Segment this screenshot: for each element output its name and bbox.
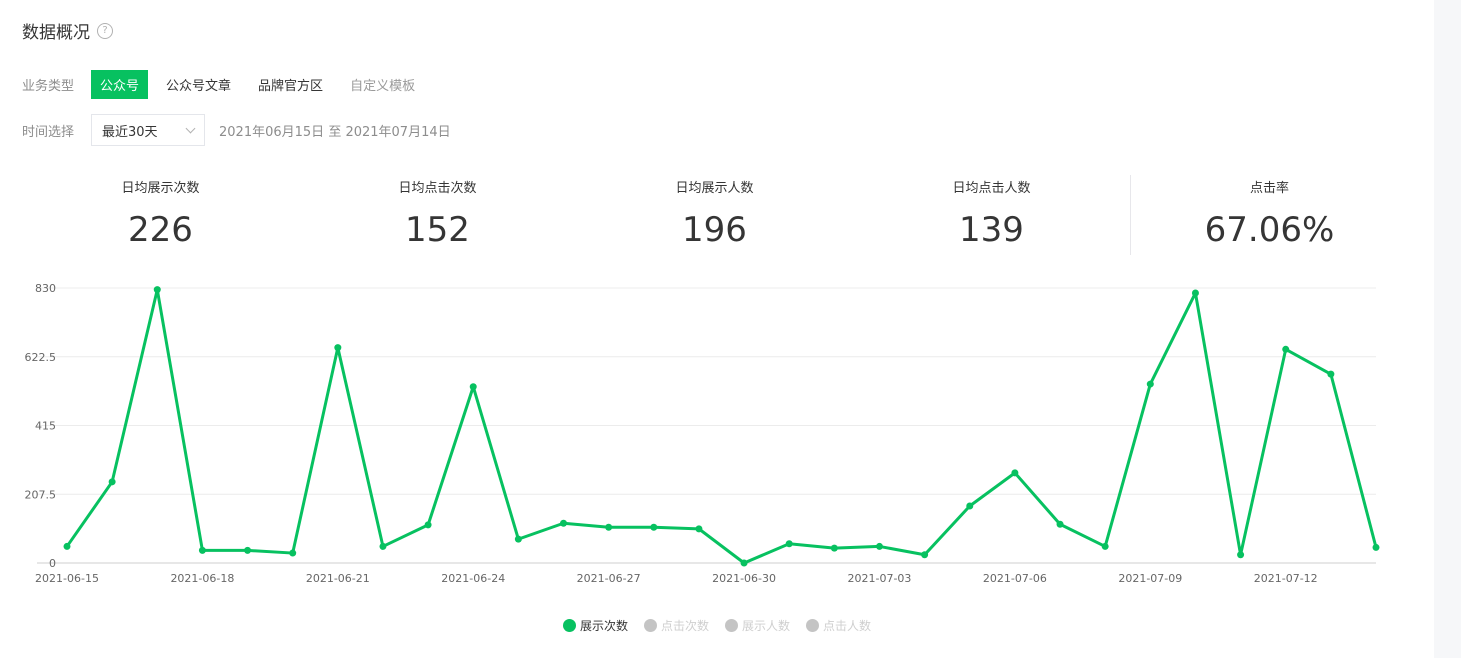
data-point <box>1146 380 1154 388</box>
legend-item-viewers[interactable]: 展示人数 <box>725 617 790 634</box>
page-title: 数据概况 <box>22 23 90 43</box>
metric-label: 日均点击次数 <box>398 181 477 196</box>
data-point <box>921 551 929 559</box>
data-point <box>514 535 522 543</box>
metric-label: 点击率 <box>1249 181 1289 196</box>
metric-value: 226 <box>128 210 193 250</box>
metric-value: 67.06% <box>1204 210 1335 250</box>
metric-label: 日均点击人数 <box>952 181 1031 196</box>
data-point <box>1282 345 1290 353</box>
data-point <box>198 546 206 554</box>
x-tick-label: 2021-06-27 <box>577 572 641 585</box>
metric-daily-impressions: 日均展示次数 226 <box>22 175 299 255</box>
x-tick-label: 2021-06-24 <box>441 572 505 585</box>
data-point <box>1372 543 1380 551</box>
legend-label: 点击人数 <box>823 619 872 633</box>
data-point <box>1237 551 1245 559</box>
legend-label: 展示次数 <box>579 619 628 633</box>
metric-daily-viewers: 日均展示人数 196 <box>576 175 853 255</box>
data-point <box>605 523 613 531</box>
time-filter: 时间选择 最近30天 2021年06月15日 至 2021年07月14日 <box>22 114 451 146</box>
type-option-brand-zone[interactable]: 品牌官方区 <box>249 70 332 99</box>
data-point <box>830 544 838 552</box>
x-tick-label: 2021-06-18 <box>170 572 234 585</box>
legend-item-impressions[interactable]: 展示次数 <box>562 617 628 634</box>
y-tick-label: 415 <box>35 420 56 433</box>
legend-label: 点击次数 <box>660 619 709 633</box>
data-point <box>1191 289 1199 297</box>
line-chart: 830 622.5 415 207.5 0 2021-06-15 2021-06-18 202… <box>25 282 1380 585</box>
data-point <box>244 546 252 554</box>
metric-value: 196 <box>682 210 747 250</box>
legend-dot <box>562 619 576 632</box>
type-option-articles[interactable]: 公众号文章 <box>157 70 240 99</box>
data-point <box>1101 542 1109 550</box>
metric-value: 152 <box>405 210 470 250</box>
data-point <box>289 549 297 557</box>
time-range-value: 最近30天 <box>102 124 158 140</box>
y-tick-label: 0 <box>49 557 56 570</box>
type-option-official-account[interactable]: 公众号 <box>91 70 149 99</box>
type-option-custom-template[interactable]: 自定义模板 <box>341 70 424 99</box>
metric-label: 日均展示人数 <box>675 181 754 196</box>
data-point <box>560 519 568 527</box>
business-type-filter: 业务类型 公众号 公众号文章 品牌官方区 自定义模板 <box>22 70 433 99</box>
data-point <box>740 559 748 567</box>
x-tick-label: 2021-07-03 <box>848 572 912 585</box>
data-point <box>875 542 883 550</box>
data-point <box>379 542 387 550</box>
data-point <box>785 540 793 548</box>
data-point <box>966 502 974 510</box>
metric-daily-clickers: 日均点击人数 139 <box>853 175 1130 255</box>
legend-dot <box>806 619 820 632</box>
right-gutter <box>1434 0 1461 658</box>
legend-label: 展示人数 <box>742 619 791 633</box>
x-tick-label: 2021-06-21 <box>306 572 370 585</box>
metric-value: 139 <box>959 210 1024 250</box>
time-label: 时间选择 <box>22 124 75 140</box>
data-point <box>153 286 161 294</box>
y-tick-label: 830 <box>35 282 56 295</box>
chevron-down-icon <box>185 123 196 133</box>
data-point <box>1327 370 1335 378</box>
metrics-summary: 日均展示次数 226 日均点击次数 152 日均展示人数 196 日均点击人数 … <box>22 175 1408 255</box>
title-row: 数据概况 ? <box>22 18 113 43</box>
data-point <box>63 542 71 550</box>
y-tick-label: 207.5 <box>25 488 57 501</box>
metric-click-rate: 点击率 67.06% <box>1130 175 1408 255</box>
data-point <box>695 525 703 533</box>
data-point <box>469 383 477 391</box>
time-range-select[interactable]: 最近30天 <box>91 114 206 146</box>
legend-item-clickers[interactable]: 点击人数 <box>806 617 871 634</box>
metric-daily-clicks: 日均点击次数 152 <box>299 175 576 255</box>
metric-label: 日均展示次数 <box>121 181 200 196</box>
data-point <box>424 521 432 529</box>
x-tick-label: 2021-07-12 <box>1254 572 1318 585</box>
x-tick-label: 2021-07-06 <box>983 572 1047 585</box>
data-point <box>650 523 658 531</box>
legend-dot <box>725 619 738 632</box>
x-tick-label: 2021-07-09 <box>1118 572 1182 585</box>
data-point <box>1056 520 1064 528</box>
legend-item-clicks[interactable]: 点击次数 <box>643 617 709 634</box>
business-type-label: 业务类型 <box>22 79 75 94</box>
x-tick-label: 2021-06-30 <box>712 572 776 585</box>
x-tick-label: 2021-06-15 <box>35 572 99 585</box>
help-icon[interactable]: ? <box>97 22 113 39</box>
date-range-text: 2021年06月15日 至 2021年07月14日 <box>219 124 451 140</box>
data-point <box>1011 469 1019 477</box>
data-point <box>334 344 342 352</box>
y-tick-label: 622.5 <box>25 351 57 364</box>
chart-legend: 展示次数 点击次数 展示人数 点击人数 <box>0 617 1434 634</box>
legend-dot <box>643 619 657 632</box>
data-point <box>108 478 116 486</box>
series-line <box>65 288 1378 565</box>
